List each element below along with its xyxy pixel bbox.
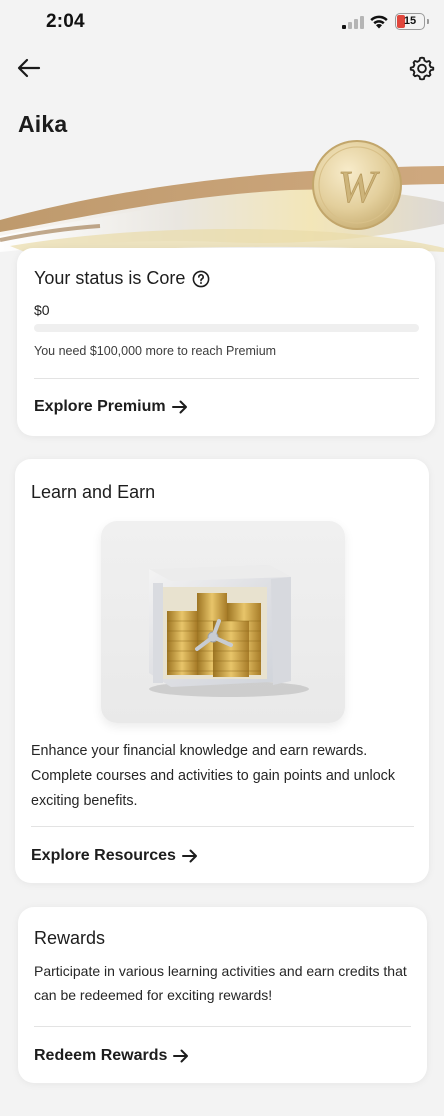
status-bar: 2:04 15 — [0, 0, 444, 44]
rewards-screen: 2:04 15 Aika W Your status is Core $0 Yo… — [0, 0, 444, 1116]
learn-divider — [31, 826, 414, 827]
explore-resources-label: Explore Resources — [31, 847, 176, 864]
cellular-signal-icon — [342, 16, 364, 29]
status-divider — [34, 378, 419, 379]
gear-icon — [409, 56, 435, 81]
explore-premium-label: Explore Premium — [34, 398, 166, 415]
safe-with-gold-coins-image — [101, 521, 345, 723]
explore-premium-link[interactable]: Explore Premium — [34, 398, 188, 416]
learn-and-earn-card: Learn and Earn Enhance your financial kn… — [15, 459, 429, 883]
status-amount: $0 — [34, 302, 50, 318]
redeem-rewards-link[interactable]: Redeem Rewards — [34, 1047, 189, 1065]
rewards-divider — [34, 1026, 411, 1027]
redeem-rewards-label: Redeem Rewards — [34, 1047, 168, 1064]
battery-cap — [427, 19, 429, 24]
back-button[interactable] — [14, 54, 44, 82]
battery-icon: 15 — [395, 13, 425, 30]
rewards-description: Participate in various learning activiti… — [34, 963, 407, 1003]
rewards-card: Rewards Participate in various learning … — [18, 907, 427, 1083]
premium-progress-bar — [34, 324, 419, 332]
arrow-right-icon — [171, 400, 188, 414]
explore-resources-link[interactable]: Explore Resources — [31, 847, 198, 865]
learn-description: Enhance your financial knowledge and ear… — [31, 743, 395, 809]
status-card: Your status is Core $0 You need $100,000… — [17, 248, 435, 436]
status-title: Your status is Core — [34, 268, 186, 288]
status-time: 2:04 — [46, 11, 85, 32]
status-note: You need $100,000 more to reach Premium — [34, 344, 277, 358]
wifi-icon — [370, 15, 388, 29]
rewards-title: Rewards — [34, 928, 106, 948]
status-title-row: Your status is Core — [34, 268, 210, 289]
settings-button[interactable] — [406, 53, 438, 83]
learn-title: Learn and Earn — [31, 482, 156, 502]
battery-percent: 15 — [403, 15, 417, 27]
svg-text:W: W — [338, 161, 380, 212]
question-circle-icon[interactable] — [192, 270, 210, 288]
arrow-right-icon — [173, 1049, 189, 1063]
arrow-right-icon — [181, 849, 198, 863]
arrow-left-icon — [17, 58, 41, 78]
